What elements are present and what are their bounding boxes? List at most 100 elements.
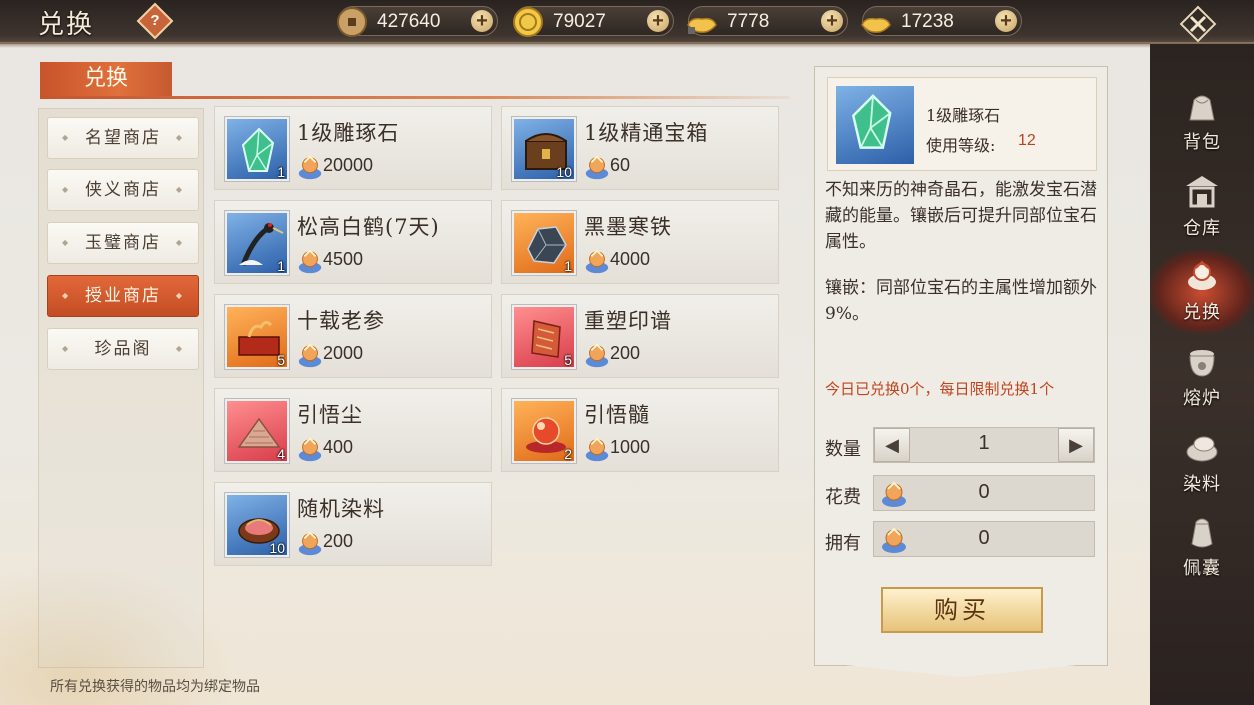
shop-item-card[interactable]: 2 引悟髓 1000 bbox=[501, 388, 779, 472]
mentor-token-icon bbox=[585, 155, 609, 180]
gold-ingot-icon bbox=[861, 17, 891, 33]
gold-coin-icon bbox=[513, 7, 543, 37]
item-description: 不知来历的神奇晶石，能激发宝石潜藏的能量。镶嵌后可提升同部位宝石属性。 bbox=[825, 180, 1097, 252]
item-price: 4500 bbox=[323, 249, 364, 269]
level-requirement-value: 12 bbox=[1018, 132, 1036, 149]
item-effect: 镶嵌：同部位宝石的主属性增加额外9%。 bbox=[825, 278, 1097, 324]
shop-item-card[interactable]: 1 1级雕琢石 20000 bbox=[214, 106, 492, 190]
cost-label: 花费 bbox=[825, 487, 861, 508]
bound-ingot-icon bbox=[687, 17, 717, 34]
item-name: 引悟尘 bbox=[297, 403, 363, 427]
item-name: 松高白鹤(7天) bbox=[297, 215, 440, 239]
item-name: 黑墨寒铁 bbox=[584, 215, 672, 239]
help-icon: ? bbox=[150, 12, 160, 29]
mentor-token-icon bbox=[298, 531, 322, 556]
item-quantity: 1 bbox=[277, 258, 285, 274]
level-requirement-label: 使用等级: bbox=[926, 136, 996, 155]
detail-item-name: 1级雕琢石 bbox=[926, 106, 1001, 125]
pouch-icon bbox=[1191, 518, 1213, 548]
currency-value: 7778 bbox=[727, 11, 770, 32]
add-currency-button[interactable]: + bbox=[647, 10, 669, 32]
sidebar-item-treasure-pavilion[interactable]: 珍品阁 bbox=[47, 328, 199, 370]
item-thumbnail: 1 bbox=[225, 211, 289, 275]
currency-value: 79027 bbox=[553, 11, 606, 32]
mentor-token-icon bbox=[585, 249, 609, 274]
item-quantity: 4 bbox=[277, 446, 285, 462]
top-bar: 兑换 ? 427640 + 79027 + 7778 + 17238 + bbox=[0, 0, 1254, 48]
divider bbox=[40, 96, 790, 99]
item-price: 1000 bbox=[610, 437, 651, 457]
daily-limit-text: 今日已兑换0个，每日限制兑换1个 bbox=[825, 380, 1055, 398]
mentor-token-icon bbox=[298, 155, 322, 180]
nav-item-dye[interactable]: 染料 bbox=[1150, 422, 1254, 506]
shop-item-card[interactable]: 4 引悟尘 400 bbox=[214, 388, 492, 472]
item-price: 2000 bbox=[323, 343, 364, 363]
item-thumbnail: 10 bbox=[512, 117, 576, 181]
currency-gold: 79027 + bbox=[513, 6, 674, 37]
shop-item-card[interactable]: 10 随机染料 200 bbox=[214, 482, 492, 566]
nav-label: 染料 bbox=[1183, 474, 1221, 495]
add-currency-button[interactable]: + bbox=[821, 10, 843, 32]
mentor-token-icon bbox=[298, 249, 322, 274]
item-thumbnail: 5 bbox=[512, 305, 576, 369]
item-name: 随机染料 bbox=[297, 497, 385, 521]
nav-item-warehouse[interactable]: 仓库 bbox=[1150, 166, 1254, 250]
currency-bound-ingot: 7778 + bbox=[687, 6, 848, 36]
nav-label: 仓库 bbox=[1183, 218, 1221, 239]
item-quantity: 1 bbox=[564, 258, 572, 274]
shop-item-card[interactable]: 5 十载老参 2000 bbox=[214, 294, 492, 378]
cost-value: 0 bbox=[978, 481, 990, 503]
item-thumbnail: 5 bbox=[225, 305, 289, 369]
currency-value: 17238 bbox=[901, 11, 954, 32]
item-quantity: 10 bbox=[269, 540, 285, 556]
sidebar-item-jade-shop[interactable]: 玉璧商店 bbox=[47, 222, 199, 264]
shop-item-card[interactable]: 1 黑墨寒铁 4000 bbox=[501, 200, 779, 284]
currency-gold-ingot: 17238 + bbox=[861, 6, 1022, 36]
shop-item-card[interactable]: 1 松高白鹤(7天) 4500 bbox=[214, 200, 492, 284]
item-price: 20000 bbox=[323, 155, 374, 175]
nav-item-exchange[interactable]: 兑换 bbox=[1150, 250, 1254, 334]
item-thumbnail: 4 bbox=[225, 399, 289, 463]
item-name: 1级雕琢石 bbox=[297, 121, 400, 145]
sidebar-item-fame-shop[interactable]: 名望商店 bbox=[47, 117, 199, 159]
item-price: 200 bbox=[323, 531, 354, 551]
currency-copper: 427640 + bbox=[337, 6, 498, 37]
item-quantity: 2 bbox=[564, 446, 572, 462]
item-name: 引悟髓 bbox=[584, 403, 650, 427]
detail-header: 1级雕琢石 使用等级: 12 bbox=[827, 77, 1097, 171]
increase-quantity-button[interactable]: ▶ bbox=[1058, 428, 1094, 462]
shop-item-card[interactable]: 10 1级精通宝箱 60 bbox=[501, 106, 779, 190]
cost-field: 0 bbox=[873, 475, 1095, 511]
item-thumbnail: 1 bbox=[512, 211, 576, 275]
nav-item-furnace[interactable]: 熔炉 bbox=[1150, 336, 1254, 420]
owned-label: 拥有 bbox=[825, 533, 861, 554]
item-quantity: 5 bbox=[564, 352, 572, 368]
item-name: 重塑印谱 bbox=[584, 309, 672, 333]
item-price: 400 bbox=[323, 437, 354, 457]
mentor-token-icon bbox=[585, 437, 609, 462]
close-icon[interactable] bbox=[1178, 4, 1218, 44]
exchange-icon bbox=[1188, 260, 1216, 290]
bag-icon bbox=[1189, 95, 1215, 121]
nav-label: 兑换 bbox=[1183, 302, 1221, 323]
item-price: 4000 bbox=[610, 249, 651, 269]
help-button[interactable]: ? bbox=[136, 2, 174, 40]
sidebar-item-chivalry-shop[interactable]: 侠义商店 bbox=[47, 169, 199, 211]
item-price: 200 bbox=[610, 343, 641, 363]
nav-label: 佩囊 bbox=[1183, 558, 1221, 579]
nav-item-bag[interactable]: 背包 bbox=[1150, 80, 1254, 164]
nav-label: 熔炉 bbox=[1183, 388, 1221, 409]
shop-item-card[interactable]: 5 重塑印谱 200 bbox=[501, 294, 779, 378]
right-nav: 背包 仓库 兑换 熔炉 染料 佩囊 bbox=[1150, 44, 1254, 705]
nav-item-pouch[interactable]: 佩囊 bbox=[1150, 506, 1254, 590]
item-thumbnail: 10 bbox=[225, 493, 289, 557]
mentor-token-icon bbox=[298, 343, 322, 368]
add-currency-button[interactable]: + bbox=[471, 10, 493, 32]
buy-button[interactable]: 购买 bbox=[881, 587, 1043, 633]
owned-field: 0 bbox=[873, 521, 1095, 557]
furnace-icon bbox=[1189, 350, 1215, 377]
add-currency-button[interactable]: + bbox=[995, 10, 1017, 32]
item-price: 60 bbox=[610, 155, 631, 175]
sidebar-item-mentor-shop[interactable]: 授业商店 bbox=[47, 275, 199, 317]
nav-label: 背包 bbox=[1183, 132, 1221, 153]
